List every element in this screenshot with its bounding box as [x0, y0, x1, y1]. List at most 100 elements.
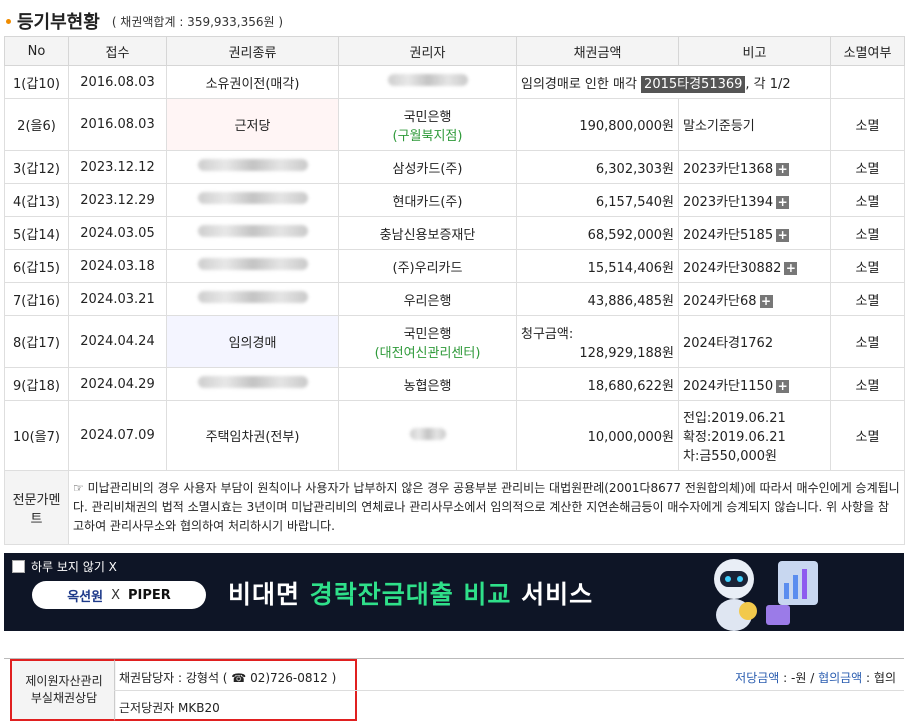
row-type: 근저당	[166, 98, 339, 151]
masked-text	[197, 258, 308, 270]
row-note: 2024카단68 +	[678, 282, 831, 316]
expand-plus-icon[interactable]: +	[776, 228, 790, 242]
note-text: 2024타경1762	[683, 336, 774, 351]
row-type: 소유권이전(매각)	[166, 65, 339, 99]
claim-sum: ( 채권액합계 : 359,933,356원 )	[111, 14, 284, 29]
row-type	[166, 367, 339, 401]
row-no: 5(갑14)	[4, 216, 69, 250]
row-status: 소멸	[830, 150, 905, 184]
row-type	[166, 183, 339, 217]
brand-piper: PIPER	[128, 587, 171, 603]
row-status: 소멸	[830, 400, 905, 471]
expand-plus-icon[interactable]: +	[759, 294, 773, 308]
note-text: 임의경매로 인한 매각	[521, 76, 642, 92]
row-no: 3(갑12)	[4, 150, 69, 184]
masked-text	[409, 427, 446, 440]
col-header: 소멸여부	[830, 36, 905, 66]
note-text: , 각 1/2	[745, 76, 791, 92]
ad-banner[interactable]: 하루 보지 않기 X 옥션원 X PIPER 비대면 경락잔금대출 비교 서비스	[4, 553, 904, 631]
robot-illustration-icon	[714, 559, 818, 631]
note-text: 2023카단1394	[683, 194, 774, 210]
comment-row: 전문가멘트 ☞ 미납관리비의 경우 사용자 부담이 원칙이나 사용자가 납부하지…	[4, 470, 905, 545]
amount-value: 15,514,406원	[587, 260, 674, 276]
row-type	[166, 249, 339, 283]
holder-branch: (구월북지점)	[392, 128, 463, 144]
note-text: 2024카단30882	[683, 260, 782, 276]
row-no: 10(을7)	[4, 400, 69, 471]
banner-slogan: 비대면 경락잔금대출 비교 서비스	[228, 575, 593, 611]
row-date: 2024.04.24	[68, 315, 167, 368]
row-note: 2024카단1150 +	[678, 367, 831, 401]
row-holder: 삼성카드(주)	[338, 150, 517, 184]
npl-contact-section: 제이원자산관리 부실채권상담 채권담당자 : 강형석 ( ☎ 02)726-08…	[4, 658, 904, 721]
row-note: 전입:2019.06.21 확정:2019.06.21 차:금550,000원	[678, 400, 831, 471]
row-status: 소멸	[830, 216, 905, 250]
col-header: 권리자	[338, 36, 517, 66]
col-header: 채권금액	[516, 36, 679, 66]
no-show-today[interactable]: 하루 보지 않기 X	[12, 558, 117, 575]
registry-table: No 접수 권리종류 권리자 채권금액 비고 소멸여부 1(갑10) 2016.0…	[4, 36, 905, 545]
amount-value: 43,886,485원	[587, 293, 674, 309]
table-header-row: No 접수 권리종류 권리자 채권금액 비고 소멸여부	[4, 36, 905, 66]
nego-label[interactable]: 협의금액	[818, 671, 862, 685]
note-text: 2024카단68	[683, 293, 757, 309]
holder-name: 농협은행	[403, 378, 452, 394]
row-date: 2024.03.18	[68, 249, 167, 283]
note-text: 2024카단5185	[683, 227, 774, 243]
table-row: 3(갑12) 2023.12.12 삼성카드(주) 6,302,303원 2023카단1…	[4, 150, 905, 184]
slogan-pre: 비대면	[228, 580, 310, 609]
row-date: 2024.07.09	[68, 400, 167, 471]
table-row: 9(갑18) 2024.04.29 농협은행 18,680,622원 2024카단115…	[4, 367, 905, 401]
amount-value: 68,592,000원	[587, 227, 674, 243]
col-header: 권리종류	[166, 36, 339, 66]
table-row: 1(갑10) 2016.08.03 소유권이전(매각) 임의경매로 인한 매각 201…	[4, 65, 905, 99]
expand-plus-icon[interactable]: +	[776, 379, 790, 393]
row-amount: 190,800,000원	[516, 98, 679, 151]
section-title: 등기부현황	[17, 12, 100, 33]
price-value: : -원 /	[779, 671, 819, 685]
amount-value: 6,302,303원	[595, 161, 674, 177]
col-header: 접수	[68, 36, 167, 66]
contact-label: 제이원자산관리 부실채권상담	[10, 659, 116, 721]
row-no: 9(갑18)	[4, 367, 69, 401]
expand-plus-icon[interactable]: +	[784, 261, 798, 275]
holder-branch: (대전여신관리센터)	[374, 345, 481, 361]
case-number-link[interactable]: 2015타경51369	[641, 75, 746, 93]
row-status: 소멸	[830, 315, 905, 368]
note-line: 전입:2019.06.21	[683, 411, 786, 426]
row-type	[166, 216, 339, 250]
row-status: 소멸	[830, 282, 905, 316]
holder-name: 삼성카드(주)	[392, 161, 463, 177]
row-amount: 청구금액: 128,929,188원	[516, 315, 679, 368]
contact-manager: 채권담당자 : 강형석 ( ☎ 02)726-0812 )	[119, 671, 337, 685]
masked-text	[197, 291, 308, 303]
expand-plus-icon[interactable]: +	[776, 162, 790, 176]
row-date: 2024.04.29	[68, 367, 167, 401]
col-header: 비고	[678, 36, 831, 66]
note-text: 2024카단1150	[683, 378, 774, 394]
row-note: 2024타경1762	[678, 315, 831, 368]
table-row: 8(갑17) 2024.04.24 임의경매 국민은행 (대전여신관리센터) 청구금액: 1…	[4, 315, 905, 368]
holder-name: 현대카드(주)	[392, 194, 463, 210]
price-label[interactable]: 저당금액	[735, 671, 779, 685]
row-no: 1(갑10)	[4, 65, 69, 99]
row-status: 소멸	[830, 98, 905, 151]
amount-value: 10,000,000원	[587, 430, 674, 445]
row-amount: 68,592,000원	[516, 216, 679, 250]
row-no: 8(갑17)	[4, 315, 69, 368]
row-holder: 충남신용보증재단	[338, 216, 517, 250]
row-amount: 10,000,000원	[516, 400, 679, 471]
note-text: 2023카단1368	[683, 161, 774, 177]
no-show-label: 하루 보지 않기 X	[31, 560, 117, 574]
amount-label: 청구금액:	[521, 326, 574, 342]
nego-value: : 협의	[862, 671, 896, 685]
expand-plus-icon[interactable]: +	[776, 195, 790, 209]
section-header: 등기부현황 ( 채권액합계 : 359,933,356원 )	[4, 6, 283, 36]
masked-text	[197, 159, 308, 171]
divider	[114, 690, 904, 691]
checkbox-icon[interactable]	[12, 560, 25, 573]
comment-label: 전문가멘트	[4, 470, 69, 545]
brand-pill: 옥션원 X PIPER	[32, 581, 206, 609]
amount-value: 128,929,188원	[579, 345, 674, 361]
table-row: 7(갑16) 2024.03.21 우리은행 43,886,485원 2024카단68 +…	[4, 282, 905, 316]
